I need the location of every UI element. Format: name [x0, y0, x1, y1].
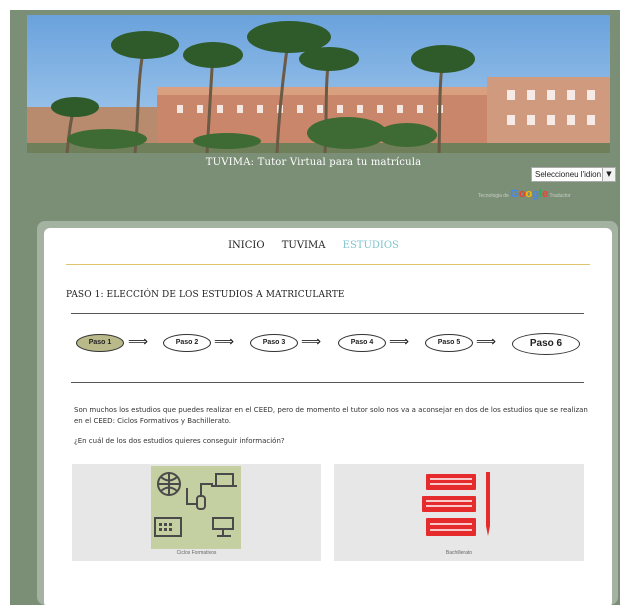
option-ciclos-formativos[interactable]: Ciclos Formativos — [72, 464, 321, 561]
nav-item-estudios[interactable]: ESTUDIOS — [343, 240, 399, 251]
language-select[interactable]: Seleccioneu l'idion ▼ — [531, 167, 616, 182]
question-text: ¿En cuál de los dos estudios quieres con… — [74, 437, 285, 445]
step-6-pill: Paso 6 — [512, 333, 580, 355]
main-nav: INICIO TUVIMA ESTUDIOS — [0, 240, 627, 251]
nav-item-inicio[interactable]: INICIO — [228, 240, 264, 251]
header-banner-image — [27, 15, 610, 153]
intro-paragraph: Son muchos los estudios que puedes reali… — [74, 406, 588, 425]
computer-network-icon — [151, 466, 241, 549]
step-1-pill: Paso 1 — [76, 334, 124, 352]
option-caption: Ciclos Formativos — [176, 550, 217, 556]
step-4-pill: Paso 4 — [338, 334, 386, 352]
step-3-pill: Paso 3 — [250, 334, 298, 352]
books-pencil-icon — [416, 466, 506, 549]
step-title: PASO 1: ELECCIÓN DE LOS ESTUDIOS A MATRI… — [66, 290, 345, 300]
option-bachillerato[interactable]: Bachillerato — [334, 464, 584, 561]
step-5-pill: Paso 5 — [425, 334, 473, 352]
step-2-pill: Paso 2 — [163, 334, 211, 352]
arrow-right-icon: ⟹ — [301, 334, 322, 350]
language-select-value: Seleccioneu l'idion — [535, 170, 602, 179]
google-translate-attribution[interactable]: Tecnologia de Google Traductor — [478, 188, 571, 200]
chevron-down-icon: ▼ — [602, 168, 615, 181]
arrow-right-icon: ⟹ — [476, 334, 497, 350]
google-logo-icon: Google — [510, 188, 549, 200]
powered-by-suffix: Traductor — [549, 193, 571, 199]
arrow-right-icon: ⟹ — [389, 334, 410, 350]
powered-by-prefix: Tecnologia de — [478, 193, 509, 199]
option-caption: Bachillerato — [445, 550, 473, 556]
steps-top-divider — [71, 313, 584, 314]
arrow-right-icon: ⟹ — [214, 334, 235, 350]
steps-progress: Paso 1 ⟹ Paso 2 ⟹ Paso 3 ⟹ Paso 4 ⟹ Paso… — [0, 320, 627, 380]
nav-divider — [66, 264, 590, 265]
page: TUVIMA: Tutor Virtual para tu matrícula … — [0, 0, 627, 608]
steps-bottom-divider — [71, 382, 584, 383]
nav-item-tuvima[interactable]: TUVIMA — [282, 240, 326, 251]
arrow-right-icon: ⟹ — [128, 334, 149, 350]
